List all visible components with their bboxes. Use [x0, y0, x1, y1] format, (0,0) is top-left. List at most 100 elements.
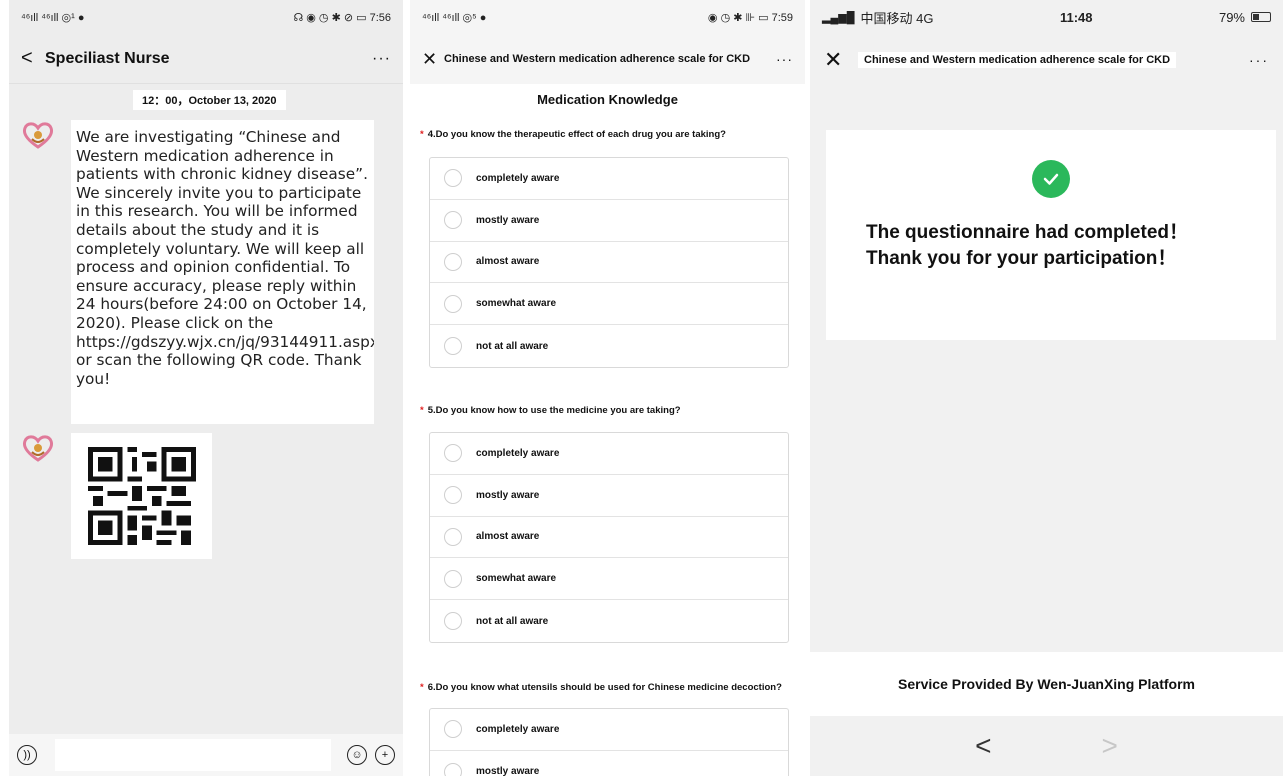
battery-icon	[1251, 12, 1271, 22]
chat-input-bar: )) ☺ +	[9, 734, 403, 776]
invitation-message[interactable]: We are investigating “Chinese and Wester…	[71, 120, 374, 424]
completion-header: ✕ Chinese and Western medication adheren…	[810, 34, 1283, 86]
radio-button[interactable]	[444, 612, 462, 631]
option-label: completely aware	[476, 447, 560, 459]
message-timestamp: 12：00，October 13, 2020	[133, 90, 286, 110]
radio-button[interactable]	[444, 211, 462, 230]
qr-code-message[interactable]	[71, 433, 212, 559]
radio-button[interactable]	[444, 527, 462, 546]
option-label: not at all aware	[476, 340, 549, 352]
radio-button[interactable]	[444, 169, 462, 188]
radio-button[interactable]	[444, 252, 462, 271]
option-label: almost aware	[476, 531, 540, 543]
browser-navbar: < >	[810, 716, 1283, 776]
option-completely-aware[interactable]: completely aware	[430, 709, 788, 751]
radio-button[interactable]	[444, 294, 462, 313]
close-icon[interactable]: ✕	[824, 47, 858, 73]
status-icons-time: ◉ ◷ ✱ ⊪ ▭ 7:59	[707, 11, 793, 24]
option-label: somewhat aware	[476, 298, 557, 310]
question-6-options: completely aware mostly aware	[429, 708, 789, 776]
avatar[interactable]	[21, 433, 55, 463]
questionnaire-title: Chinese and Western medication adherence…	[444, 53, 751, 65]
option-completely-aware[interactable]: completely aware	[430, 158, 788, 200]
status-bar: ▂▄▆█ 中国移动 4G 11:48 79%	[810, 0, 1283, 34]
questionnaire-header: ✕ Chinese and Western medication adheren…	[410, 34, 805, 84]
chat-title: Speciliast Nurse	[45, 49, 170, 67]
radio-button[interactable]	[444, 444, 462, 463]
heart-logo-icon	[22, 435, 54, 462]
chat-panel: ⁴⁶ıll ⁴⁶ıll ◎¹ ● ☊ ◉ ◷ ✱ ⊘ ▭ 7:56 < Spec…	[9, 0, 403, 776]
question-6: * 6.Do you know what utensils should be u…	[420, 682, 797, 693]
more-options-button[interactable]: ···	[1249, 52, 1269, 68]
battery-percent: 79%	[1218, 9, 1245, 25]
option-label: mostly aware	[476, 489, 540, 501]
qr-code-icon	[87, 447, 196, 545]
nav-forward-icon[interactable]: >	[1102, 730, 1118, 762]
option-mostly-aware[interactable]: mostly aware	[430, 751, 788, 776]
back-button[interactable]: <	[21, 47, 45, 70]
option-almost-aware[interactable]: almost aware	[430, 517, 788, 559]
voice-input-icon[interactable]: ))	[17, 745, 37, 765]
option-label: mostly aware	[476, 766, 540, 776]
option-completely-aware[interactable]: completely aware	[430, 433, 788, 475]
status-icons-time: ☊ ◉ ◷ ✱ ⊘ ▭ 7:56	[293, 11, 391, 24]
chat-header: < Speciliast Nurse ···	[9, 34, 403, 84]
carrier-label: 中国移动 4G	[860, 10, 934, 26]
option-not-at-all-aware[interactable]: not at all aware	[430, 600, 788, 642]
platform-footer: Service Provided By Wen-JuanXing Platfor…	[810, 652, 1283, 716]
option-somewhat-aware[interactable]: somewhat aware	[430, 283, 788, 326]
question-4: * 4.Do you know the therapeutic effect of…	[420, 129, 797, 140]
question-4-options: completely aware mostly aware almost awa…	[429, 157, 789, 368]
status-bar: ⁴⁶ıll ⁴⁶ıll ◎¹ ● ☊ ◉ ◷ ✱ ⊘ ▭ 7:56	[9, 0, 403, 34]
option-label: somewhat aware	[476, 573, 557, 585]
completion-message: The questionnaire had completed！ Thank y…	[866, 220, 1188, 272]
radio-button[interactable]	[444, 337, 462, 356]
section-title: Medication Knowledge	[537, 92, 678, 107]
question-text: 5.Do you know how to use the medicine yo…	[427, 405, 681, 416]
heart-logo-icon	[22, 122, 54, 149]
avatar[interactable]	[21, 120, 55, 150]
required-marker: *	[420, 129, 424, 140]
question-5-options: completely aware mostly aware almost awa…	[429, 432, 789, 643]
signal-icon: ▂▄▆█	[822, 11, 855, 24]
question-text: 4.Do you know the therapeutic effect of …	[427, 129, 726, 140]
carrier-indicator: ▂▄▆█ 中国移动 4G	[822, 8, 933, 27]
required-marker: *	[420, 682, 424, 693]
option-mostly-aware[interactable]: mostly aware	[430, 475, 788, 517]
status-time: 11:48	[1059, 9, 1093, 25]
option-label: completely aware	[476, 172, 560, 184]
questionnaire-panel: ⁴⁶ıll ⁴⁶ıll ◎⁵ ● ◉ ◷ ✱ ⊪ ▭ 7:59 ✕ Chines…	[410, 0, 805, 776]
signal-indicators: ⁴⁶ıll ⁴⁶ıll ◎¹ ●	[21, 11, 85, 24]
message-input[interactable]	[55, 739, 331, 771]
radio-button[interactable]	[444, 486, 462, 505]
option-mostly-aware[interactable]: mostly aware	[430, 200, 788, 242]
option-label: almost aware	[476, 256, 540, 268]
completion-line-2: Thank you for your participation！	[866, 248, 1177, 269]
add-icon[interactable]: +	[375, 745, 395, 765]
option-almost-aware[interactable]: almost aware	[430, 242, 788, 284]
option-somewhat-aware[interactable]: somewhat aware	[430, 558, 788, 601]
radio-button[interactable]	[444, 720, 462, 739]
close-icon[interactable]: ✕	[422, 49, 444, 70]
more-options-button[interactable]: ···	[372, 50, 391, 68]
radio-button[interactable]	[444, 569, 462, 588]
check-circle-icon	[1032, 160, 1070, 198]
status-bar: ⁴⁶ıll ⁴⁶ıll ◎⁵ ● ◉ ◷ ✱ ⊪ ▭ 7:59	[410, 0, 805, 34]
battery-indicator: 79%	[1219, 10, 1271, 25]
option-not-at-all-aware[interactable]: not at all aware	[430, 325, 788, 367]
completion-panel: ▂▄▆█ 中国移动 4G 11:48 79% ✕ Chinese and West…	[810, 0, 1283, 776]
nav-back-icon[interactable]: <	[975, 730, 991, 762]
question-5: * 5.Do you know how to use the medicine y…	[420, 405, 797, 416]
completion-card: The questionnaire had completed！ Thank y…	[826, 130, 1276, 340]
required-marker: *	[420, 405, 424, 416]
option-label: mostly aware	[476, 214, 540, 226]
option-label: completely aware	[476, 723, 560, 735]
emoji-icon[interactable]: ☺	[347, 745, 367, 765]
radio-button[interactable]	[444, 762, 462, 776]
signal-indicators: ⁴⁶ıll ⁴⁶ıll ◎⁵ ●	[422, 11, 487, 24]
questionnaire-title: Chinese and Western medication adherence…	[858, 52, 1177, 68]
more-options-button[interactable]: ···	[776, 51, 793, 67]
option-label: not at all aware	[476, 615, 549, 627]
completion-line-1: The questionnaire had completed！	[866, 222, 1188, 243]
question-text: 6.Do you know what utensils should be us…	[427, 682, 782, 693]
